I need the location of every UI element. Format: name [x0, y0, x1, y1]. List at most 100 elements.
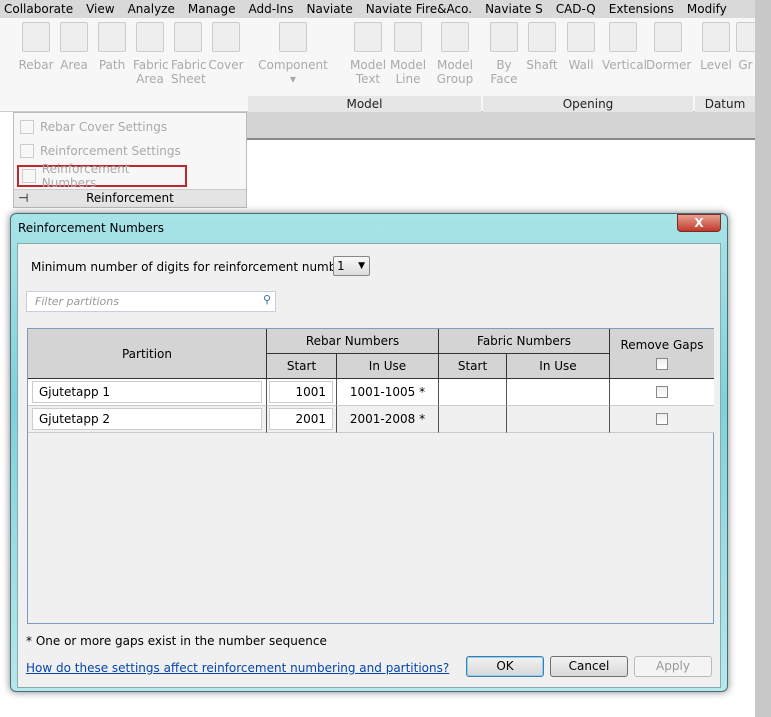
ribbon: Rebar Area Path Fabric Area Fabric Sheet C…	[0, 18, 755, 112]
digits-select[interactable]: 1 ▼	[333, 256, 370, 276]
model-group-button[interactable]: Model Group	[435, 22, 475, 86]
reinforcement-numbers-dialog: Reinforcement Numbers X Minimum number o…	[10, 213, 728, 692]
panel-opening: Opening	[483, 96, 693, 112]
menu-cad-q[interactable]: CAD-Q	[552, 2, 605, 16]
rebar-button[interactable]: Rebar	[18, 22, 54, 72]
header-partition: Partition	[28, 329, 267, 379]
window-edge	[755, 0, 771, 717]
header-rebar-in-use: In Use	[337, 354, 439, 379]
area-button[interactable]: Area	[58, 22, 90, 72]
remove-gaps-cell	[610, 406, 714, 433]
rebar-in-use-cell: 2001-2008 *	[337, 406, 439, 433]
remove-gaps-checkbox[interactable]	[656, 413, 668, 425]
label: Model	[436, 58, 474, 72]
remove-gaps-all-checkbox[interactable]	[656, 357, 668, 370]
label: Reinforcement Settings	[40, 144, 181, 158]
label: Dormer	[646, 58, 692, 72]
label: Gr	[738, 58, 753, 72]
shaft-icon	[528, 22, 556, 52]
wall-opening-button[interactable]: Wall	[564, 22, 598, 72]
reinforcement-settings-item[interactable]: Reinforcement Settings	[20, 141, 181, 161]
chevron-down-icon: ▼	[358, 261, 365, 271]
header-rebar-start: Start	[267, 354, 337, 379]
reinforcement-numbers-item[interactable]: Reinforcement Numbers	[17, 162, 187, 190]
partition-cell: Gjutetapp 2	[28, 406, 267, 433]
pin-icon[interactable]: ⊣	[18, 190, 28, 207]
panel-reinforcement-label[interactable]: ⊣ Reinforcement	[14, 189, 246, 207]
dialog-body: Minimum number of digits for reinforceme…	[17, 243, 721, 688]
menu-naviate-fire[interactable]: Naviate Fire&Aco.	[362, 2, 481, 16]
dropdown-arrow: ▾	[289, 72, 297, 86]
grid-icon	[736, 22, 755, 52]
menu-view[interactable]: View	[82, 2, 123, 16]
label: Rebar Cover Settings	[40, 120, 168, 134]
level-button[interactable]: Level	[700, 22, 732, 72]
cancel-button[interactable]: Cancel	[550, 656, 628, 677]
dormer-button[interactable]: Dormer	[646, 22, 692, 72]
rebar-icon	[22, 22, 50, 52]
header-fabric-numbers: Fabric Numbers	[439, 329, 610, 354]
label: Area	[60, 58, 88, 72]
menu-extensions[interactable]: Extensions	[605, 2, 683, 16]
label: Reinforcement Numbers	[41, 162, 130, 190]
cover-settings-icon	[20, 120, 34, 134]
label: Rebar	[18, 58, 54, 72]
menu-manage[interactable]: Manage	[184, 2, 245, 16]
remove-gaps-cell	[610, 379, 714, 406]
model-text-button[interactable]: Model Text	[350, 22, 386, 86]
label: Component	[258, 58, 328, 72]
fabric-area-button[interactable]: Fabric Area	[133, 22, 169, 86]
filter-input[interactable]: Filter partitions ⚲	[26, 291, 276, 312]
apply-button[interactable]: Apply	[634, 656, 712, 677]
header-fabric-start: Start	[439, 354, 507, 379]
fabric-area-icon	[136, 22, 164, 52]
fabric-sheet-button[interactable]: Fabric Sheet	[171, 22, 207, 86]
digits-label: Minimum number of digits for reinforceme…	[31, 260, 359, 274]
label: Level	[700, 58, 732, 72]
filter-placeholder: Filter partitions	[35, 295, 119, 308]
digits-value: 1	[337, 259, 345, 273]
rebar-start-input[interactable]: 1001	[269, 381, 333, 403]
menu-collaborate[interactable]: Collaborate	[0, 2, 82, 16]
label: Fabric	[133, 58, 169, 72]
close-button[interactable]: X	[677, 214, 721, 232]
cover-icon	[212, 22, 240, 52]
dialog-title: Reinforcement Numbers	[18, 221, 164, 235]
area-icon	[60, 22, 88, 52]
ok-button[interactable]: OK	[466, 656, 544, 677]
label: Reinforcement	[86, 191, 174, 205]
wall-opening-icon	[567, 22, 595, 52]
remove-gaps-checkbox[interactable]	[656, 386, 668, 398]
rebar-in-use-cell: 1001-1005 *	[337, 379, 439, 406]
reinforcement-panel-dropdown: Rebar Cover Settings Reinforcement Setti…	[13, 112, 247, 208]
help-link[interactable]: How do these settings affect reinforceme…	[26, 661, 449, 675]
label: By	[496, 58, 512, 72]
cover-button[interactable]: Cover	[208, 22, 244, 72]
label: Remove Gaps	[620, 337, 704, 352]
label: Vertical	[602, 58, 647, 72]
rebar-cover-settings-item[interactable]: Rebar Cover Settings	[20, 117, 167, 137]
grid-button[interactable]: Gr	[736, 22, 755, 72]
rebar-start-input[interactable]: 2001	[269, 408, 333, 430]
rebar-number-icon	[22, 169, 36, 183]
shaft-button[interactable]: Shaft	[524, 22, 560, 72]
partition-name-input[interactable]: Gjutetapp 1	[32, 381, 262, 403]
menu-add-ins[interactable]: Add-Ins	[245, 2, 303, 16]
menu-naviate-s[interactable]: Naviate S	[481, 2, 552, 16]
menu-modify[interactable]: Modify	[683, 2, 736, 16]
menu-analyze[interactable]: Analyze	[124, 2, 184, 16]
vertical-opening-button[interactable]: Vertical	[602, 22, 647, 72]
label: Line	[395, 72, 421, 86]
fabric-start-cell[interactable]	[439, 406, 507, 433]
partition-name-input[interactable]: Gjutetapp 2	[32, 408, 262, 430]
label: Path	[98, 58, 126, 72]
model-line-icon	[394, 22, 422, 52]
path-button[interactable]: Path	[96, 22, 128, 72]
menu-naviate[interactable]: Naviate	[303, 2, 362, 16]
by-face-button[interactable]: By Face	[488, 22, 520, 86]
fabric-start-cell[interactable]	[439, 379, 507, 406]
panel-model: Model	[248, 96, 481, 112]
path-icon	[98, 22, 126, 52]
model-line-button[interactable]: Model Line	[390, 22, 426, 86]
component-button[interactable]: Component ▾	[258, 22, 328, 86]
